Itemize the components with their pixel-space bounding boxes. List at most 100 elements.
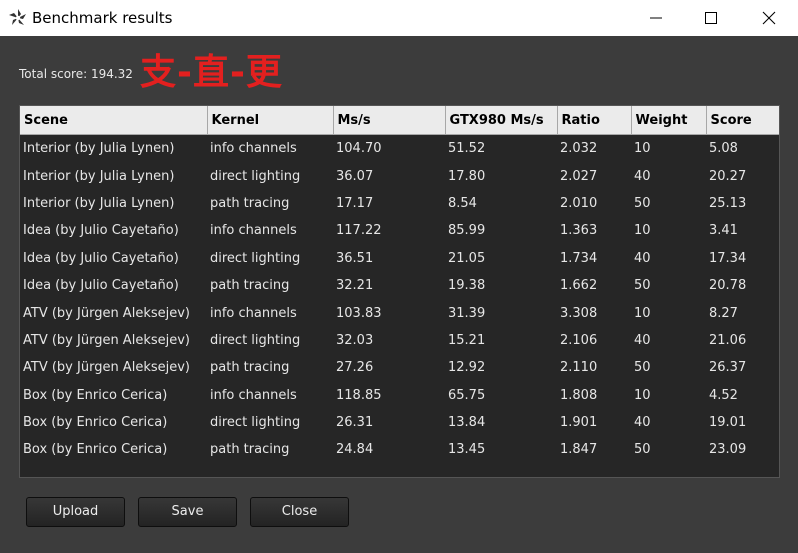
table-cell: info channels <box>210 387 297 403</box>
table-cell: 85.99 <box>448 223 486 239</box>
table-cell: Idea (by Julio Cayetaño) <box>23 278 179 294</box>
table-cell: 1.363 <box>560 223 598 239</box>
table-cell: Interior (by Julia Lynen) <box>23 195 175 211</box>
table-cell: 17.80 <box>448 168 486 184</box>
table-cell: 8.54 <box>448 195 477 211</box>
table-cell: 1.662 <box>560 278 598 294</box>
table-cell: 10 <box>634 141 651 157</box>
table-cell: 65.75 <box>448 387 486 403</box>
table-cell: 40 <box>634 332 651 348</box>
column-header-ratio[interactable]: Ratio <box>557 106 632 135</box>
table-cell: 19.38 <box>448 278 486 294</box>
close-button[interactable]: Close <box>250 497 349 527</box>
table-row[interactable]: Idea (by Julio Cayetaño) path tracing 32.2… <box>20 272 779 299</box>
table-cell: 27.26 <box>336 360 374 376</box>
column-header-score[interactable]: Score <box>706 106 779 135</box>
table-cell: Interior (by Julia Lynen) <box>23 141 175 157</box>
table-cell: 24.84 <box>336 442 374 458</box>
table-cell: path tracing <box>210 360 290 376</box>
table-cell: 103.83 <box>336 305 382 321</box>
table-cell: 3.41 <box>709 223 738 239</box>
table-cell: Idea (by Julio Cayetaño) <box>23 250 179 266</box>
table-row[interactable]: ATV (by Jürgen Aleksejev) direct lighting… <box>20 327 779 354</box>
table-cell: 10 <box>634 305 651 321</box>
table-cell: ATV (by Jürgen Aleksejev) <box>23 305 190 321</box>
table-cell: 2.032 <box>560 141 598 157</box>
table-cell: 12.92 <box>448 360 486 376</box>
table-cell: 26.37 <box>709 360 747 376</box>
table-cell: 40 <box>634 250 651 266</box>
table-row[interactable]: ATV (by Jürgen Aleksejev) info channels 10… <box>20 299 779 326</box>
table-cell: Idea (by Julio Cayetaño) <box>23 223 179 239</box>
table-cell: 23.09 <box>709 442 747 458</box>
results-table[interactable]: Scene Kernel Ms/s GTX980 Ms/s Ratio Weight Sco… <box>19 105 780 478</box>
table-cell: 117.22 <box>336 223 382 239</box>
table-cell: 50 <box>634 360 651 376</box>
table-cell: 118.85 <box>336 387 382 403</box>
table-cell: 3.308 <box>560 305 598 321</box>
table-cell: 20.78 <box>709 278 747 294</box>
column-header-gtx980-ms-s[interactable]: GTX980 Ms/s <box>445 106 558 135</box>
table-cell: 2.106 <box>560 332 598 348</box>
table-cell: Box (by Enrico Cerica) <box>23 415 168 431</box>
table-row[interactable]: Interior (by Julia Lynen) direct lighting… <box>20 162 779 189</box>
table-cell: info channels <box>210 305 297 321</box>
table-cell: path tracing <box>210 278 290 294</box>
table-cell: Box (by Enrico Cerica) <box>23 387 168 403</box>
minimize-button[interactable] <box>633 0 679 36</box>
upload-button[interactable]: Upload <box>26 497 125 527</box>
table-cell: 21.06 <box>709 332 747 348</box>
table-cell: 19.01 <box>709 415 747 431</box>
table-row[interactable]: Interior (by Julia Lynen) info channels 10… <box>20 135 779 163</box>
table-row[interactable]: Idea (by Julio Cayetaño) info channels 117… <box>20 217 779 244</box>
close-window-button[interactable] <box>746 0 792 36</box>
table-cell: 1.808 <box>560 387 598 403</box>
maximize-button[interactable] <box>688 0 734 36</box>
table-cell: 40 <box>634 415 651 431</box>
table-cell: 2.010 <box>560 195 598 211</box>
table-cell: 25.13 <box>709 195 747 211</box>
table-row[interactable]: Idea (by Julio Cayetaño) direct lighting 3… <box>20 245 779 272</box>
table-cell: 1.901 <box>560 415 598 431</box>
table-cell: 50 <box>634 278 651 294</box>
table-cell: 50 <box>634 442 651 458</box>
save-button[interactable]: Save <box>138 497 237 527</box>
table-cell: 36.51 <box>336 250 374 266</box>
column-header-ms-s[interactable]: Ms/s <box>333 106 446 135</box>
table-cell: 17.34 <box>709 250 747 266</box>
table-cell: ATV (by Jürgen Aleksejev) <box>23 332 190 348</box>
table-cell: Box (by Enrico Cerica) <box>23 442 168 458</box>
table-cell: info channels <box>210 223 297 239</box>
table-row[interactable]: ATV (by Jürgen Aleksejev) path tracing 27.… <box>20 354 779 381</box>
column-header-kernel[interactable]: Kernel <box>207 106 334 135</box>
table-cell: 21.05 <box>448 250 486 266</box>
table-row[interactable]: Box (by Enrico Cerica) path tracing 24.84 1… <box>20 436 779 463</box>
table-cell: 5.08 <box>709 141 738 157</box>
table-cell: 31.39 <box>448 305 486 321</box>
table-cell: 51.52 <box>448 141 486 157</box>
table-cell: 13.84 <box>448 415 486 431</box>
column-header-weight[interactable]: Weight <box>631 106 707 135</box>
title-bar: Benchmark results <box>0 0 798 36</box>
table-cell: 20.27 <box>709 168 747 184</box>
table-cell: 17.17 <box>336 195 374 211</box>
table-cell: info channels <box>210 141 297 157</box>
table-cell: 10 <box>634 387 651 403</box>
table-cell: 26.31 <box>336 415 374 431</box>
table-cell: ATV (by Jürgen Aleksejev) <box>23 360 190 376</box>
table-cell: 13.45 <box>448 442 486 458</box>
table-cell: Interior (by Julia Lynen) <box>23 168 175 184</box>
table-row[interactable]: Box (by Enrico Cerica) direct lighting 26.… <box>20 409 779 436</box>
table-row[interactable]: Box (by Enrico Cerica) info channels 118.8… <box>20 382 779 409</box>
window-title: Benchmark results <box>32 9 173 27</box>
table-cell: direct lighting <box>210 332 301 348</box>
table-cell: 15.21 <box>448 332 486 348</box>
table-cell: 1.734 <box>560 250 598 266</box>
table-row[interactable]: Interior (by Julia Lynen) path tracing 17.… <box>20 190 779 217</box>
total-score: Total score: 194.32 <box>19 67 133 81</box>
table-cell: 2.110 <box>560 360 598 376</box>
table-cell: 50 <box>634 195 651 211</box>
table-cell: path tracing <box>210 195 290 211</box>
table-cell: 1.847 <box>560 442 598 458</box>
column-header-scene[interactable]: Scene <box>20 106 208 135</box>
